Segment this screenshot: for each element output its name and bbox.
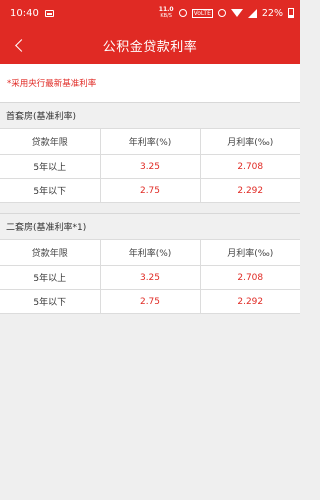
page-title: 公积金贷款利率	[102, 39, 198, 55]
rate-notice: *采用央行最新基准利率	[0, 64, 300, 102]
battery-icon	[288, 8, 294, 18]
column-header-annual: 年利率(%)	[99, 128, 201, 155]
annual-rate-cell: 2.75	[99, 178, 201, 203]
section-title-first-home: 首套房(基准利率)	[0, 102, 300, 128]
table-header-row: 贷款年限 年利率(%) 月利率(‰)	[0, 239, 300, 266]
gallery-notification-icon	[44, 9, 54, 17]
monthly-rate-cell: 2.292	[199, 289, 300, 314]
table-header-row: 贷款年限 年利率(%) 月利率(‰)	[0, 128, 300, 155]
volte-badge: VoLTE	[191, 8, 213, 18]
wifi-icon	[230, 9, 243, 17]
table-row: 5年以上 3.25 2.708	[0, 265, 300, 290]
table-row: 5年以下 2.75 2.292	[0, 178, 300, 203]
clock: 10:40	[10, 7, 39, 19]
column-header-monthly: 月利率(‰)	[199, 239, 300, 266]
net-speed: 11.0 KB/S	[158, 6, 174, 20]
battery-percent: 22%	[261, 7, 283, 19]
column-header-term: 贷款年限	[0, 239, 101, 266]
app-header: 公积金贷款利率	[0, 26, 300, 64]
alarm-icon	[178, 9, 187, 17]
main-content: *采用央行最新基准利率 首套房(基准利率) 贷款年限 年利率(%) 月利率(‰)…	[0, 64, 300, 314]
column-header-annual: 年利率(%)	[99, 239, 201, 266]
section-spacer	[0, 203, 300, 213]
annual-rate-cell: 2.75	[99, 289, 201, 314]
annual-rate-cell: 3.25	[99, 154, 201, 179]
chevron-left-icon	[14, 38, 28, 52]
rate-table-second-home: 贷款年限 年利率(%) 月利率(‰) 5年以上 3.25 2.708 5年以下 …	[0, 239, 300, 314]
table-row: 5年以下 2.75 2.292	[0, 289, 300, 314]
annual-rate-cell: 3.25	[99, 265, 201, 290]
back-button[interactable]	[4, 30, 34, 60]
term-cell: 5年以上	[0, 154, 101, 179]
column-header-monthly: 月利率(‰)	[199, 128, 300, 155]
signal-icon	[247, 8, 257, 18]
table-row: 5年以上 3.25 2.708	[0, 154, 300, 179]
rate-table-first-home: 贷款年限 年利率(%) 月利率(‰) 5年以上 3.25 2.708 5年以下 …	[0, 128, 300, 203]
term-cell: 5年以上	[0, 265, 101, 290]
monthly-rate-cell: 2.292	[199, 178, 300, 203]
section-title-second-home: 二套房(基准利率*1)	[0, 213, 300, 239]
monthly-rate-cell: 2.708	[199, 265, 300, 290]
term-cell: 5年以下	[0, 289, 101, 314]
monthly-rate-cell: 2.708	[199, 154, 300, 179]
term-cell: 5年以下	[0, 178, 101, 203]
sync-icon	[217, 9, 226, 17]
status-bar: 10:40 11.0 KB/S VoLTE 22%	[0, 0, 300, 26]
column-header-term: 贷款年限	[0, 128, 101, 155]
